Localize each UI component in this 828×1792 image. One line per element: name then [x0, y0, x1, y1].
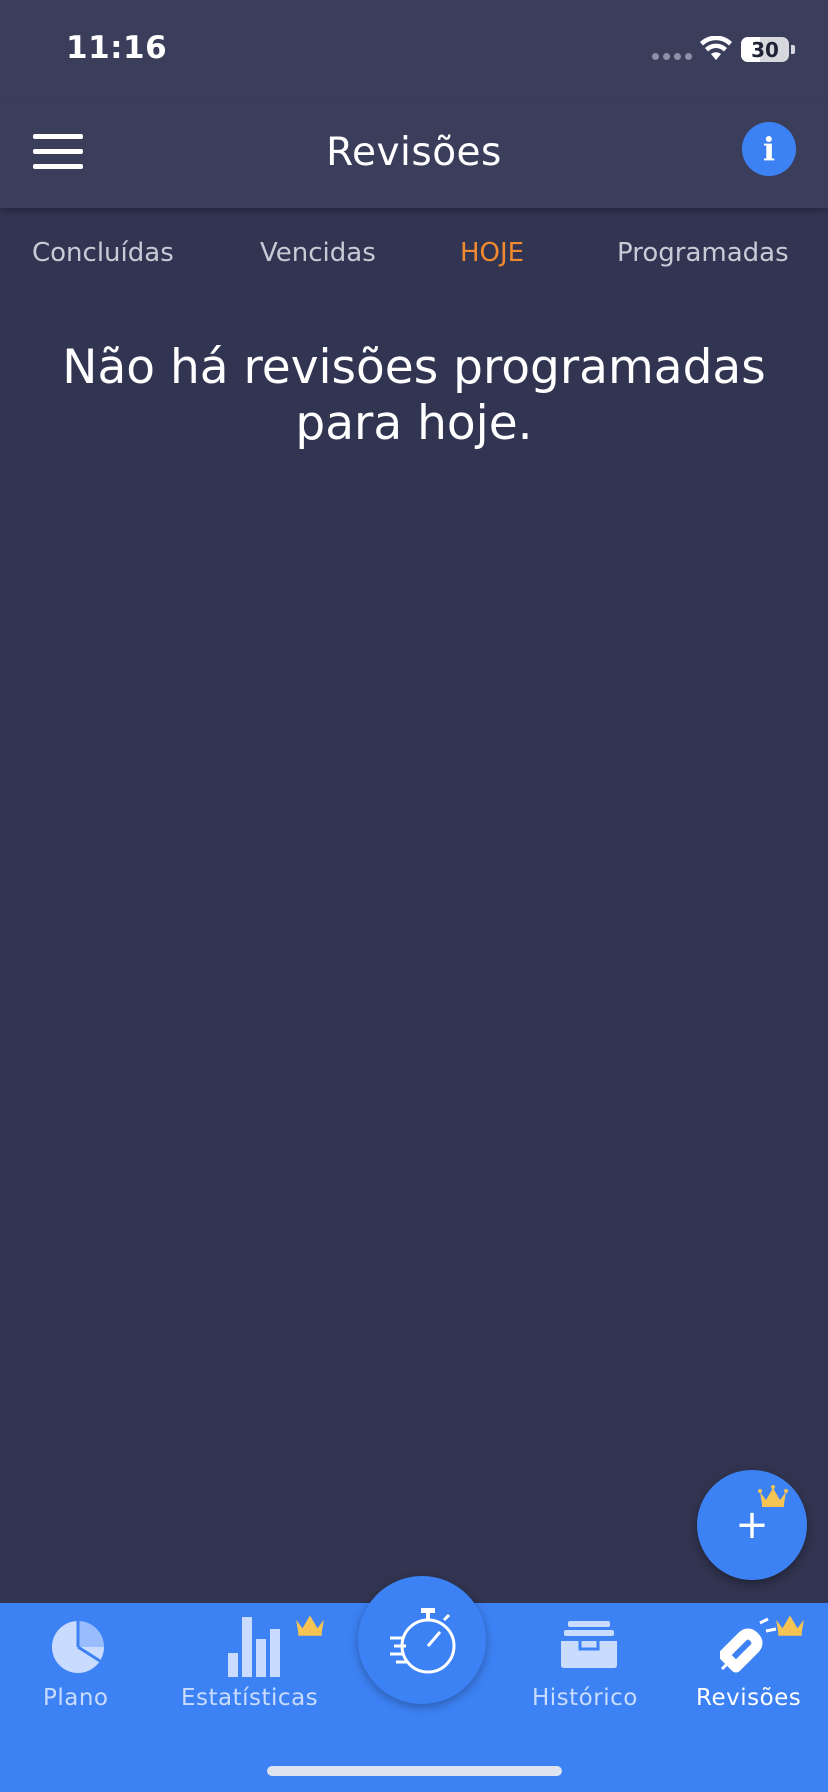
tab-concluidas[interactable]: Concluídas	[32, 238, 174, 268]
stopwatch-icon	[390, 1608, 456, 1674]
nav-label-plano: Plano	[43, 1685, 109, 1711]
nav-item-historico[interactable]: Histórico	[520, 1603, 660, 1723]
app-header: Revisões i	[0, 100, 828, 208]
crown-icon	[776, 1615, 804, 1636]
archive-icon	[561, 1621, 617, 1668]
crown-icon	[758, 1485, 788, 1507]
nav-item-estatisticas[interactable]: Estatísticas	[170, 1603, 340, 1723]
battery-icon: 30	[741, 37, 789, 62]
nav-item-revisoes[interactable]: Revisões	[680, 1603, 828, 1723]
magnet-icon	[720, 1617, 777, 1673]
tab-hoje[interactable]: HOJE	[460, 238, 524, 268]
nav-label-revisoes: Revisões	[696, 1685, 802, 1711]
page-title: Revisões	[326, 130, 502, 175]
info-button[interactable]: i	[742, 122, 796, 176]
wifi-icon	[700, 36, 732, 60]
status-bar: 11:16 30	[0, 0, 828, 100]
home-indicator	[267, 1766, 562, 1776]
tab-vencidas[interactable]: Vencidas	[260, 238, 376, 268]
pie-chart-icon	[52, 1621, 104, 1673]
nav-label-estatisticas: Estatísticas	[181, 1685, 319, 1711]
tabs: Concluídas Vencidas HOJE Programadas	[0, 208, 828, 302]
battery-level: 30	[751, 37, 779, 62]
timer-button[interactable]	[358, 1576, 486, 1704]
nav-label-historico: Histórico	[532, 1685, 638, 1711]
battery-tip	[791, 45, 795, 54]
status-time: 11:16	[66, 30, 168, 66]
empty-state-message: Não há revisões programadas para hoje.	[62, 340, 766, 451]
crown-icon	[296, 1615, 324, 1636]
nav-item-plano[interactable]: Plano	[0, 1603, 160, 1723]
cellular-signal-icon	[652, 53, 692, 60]
bar-chart-icon	[228, 1617, 280, 1677]
tab-programadas[interactable]: Programadas	[617, 238, 789, 268]
add-review-button[interactable]: +	[697, 1470, 807, 1580]
